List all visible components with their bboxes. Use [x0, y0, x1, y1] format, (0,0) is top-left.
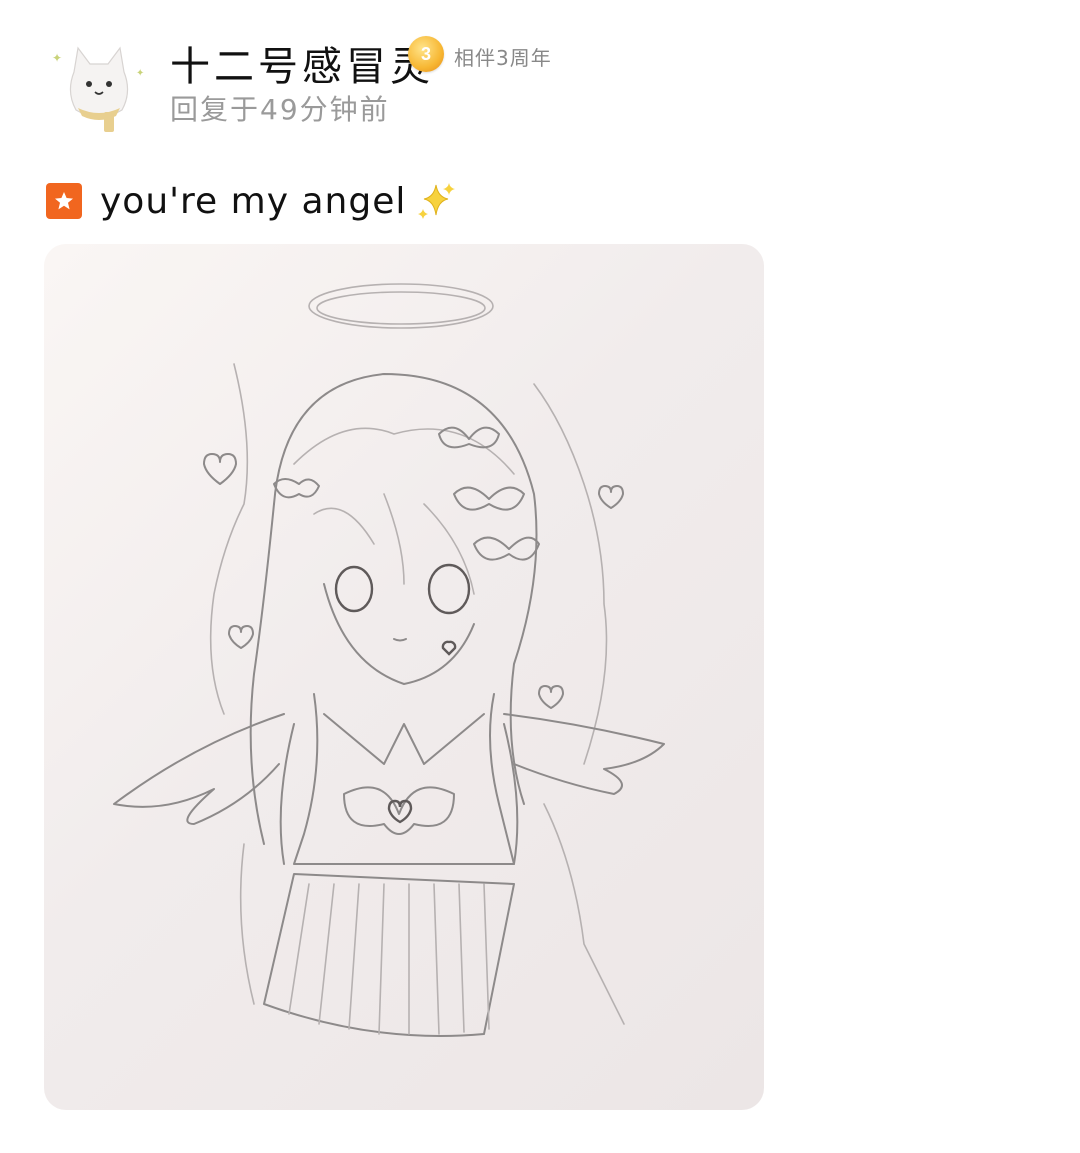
post-header: ✦ ✦ 十二号感冒灵 3 相伴3周年 回复于49分钟前	[40, 28, 1040, 139]
companion-tag: 相伴3周年	[454, 46, 552, 70]
avatar[interactable]: ✦ ✦	[44, 32, 154, 142]
post-content: you're my angel	[46, 176, 458, 226]
post-text: you're my angel	[100, 180, 407, 222]
post-image[interactable]	[44, 244, 764, 1110]
cat-avatar-icon: ✦ ✦	[47, 35, 151, 139]
level-badge: 3	[408, 36, 444, 72]
level-number: 3	[420, 43, 431, 64]
svg-text:✦: ✦	[52, 51, 62, 65]
reply-time: 回复于49分钟前	[170, 93, 390, 126]
svg-text:✦: ✦	[136, 68, 144, 79]
bookmark-star-icon	[46, 183, 82, 219]
user-name[interactable]: 十二号感冒灵	[170, 34, 434, 92]
angel-sketch-illustration	[113, 283, 665, 1037]
sparkles-icon	[418, 183, 456, 219]
